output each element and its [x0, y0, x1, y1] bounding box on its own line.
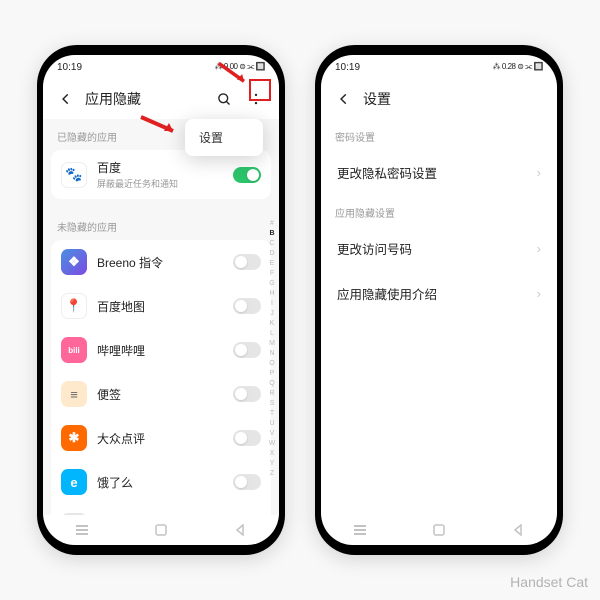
toggle[interactable]: [233, 254, 261, 270]
app-subtitle: 屏蔽最近任务和通知: [97, 177, 223, 190]
annotation-arrow-popup: [139, 113, 183, 143]
phone-left: 10:19 ⁂ 9.00 ⊜ ⫘ 🔲 应用隐藏: [37, 45, 285, 555]
annotation-arrow-more: [217, 61, 253, 89]
nav-bar: [43, 515, 279, 545]
status-bar: 10:19 ⁂ 0.28 ⊜ ⫘ 🔲: [321, 55, 557, 79]
app-name: 大众点评: [97, 430, 223, 447]
back-button[interactable]: [335, 90, 353, 108]
page-title: 应用隐藏: [85, 89, 205, 109]
app-name: 便签: [97, 386, 223, 403]
index-letter[interactable]: V: [267, 429, 277, 439]
content-area: 已隐藏的应用 🐾 百度 屏蔽最近任务和通知 未隐藏的应用 ❖Breeno 指令📍…: [43, 119, 279, 515]
app-name: 饿了么: [97, 474, 223, 491]
index-letter[interactable]: G: [267, 279, 277, 289]
nav-bar: [321, 515, 557, 545]
app-icon: 📍: [61, 293, 87, 319]
app-icon: ✱: [61, 425, 87, 451]
index-letter[interactable]: N: [267, 349, 277, 359]
app-row[interactable]: e 饿了么: [51, 460, 271, 504]
app-name: 百度地图: [97, 298, 223, 315]
search-icon[interactable]: [215, 90, 233, 108]
status-time: 10:19: [57, 62, 82, 73]
app-icon: e: [61, 469, 87, 495]
toggle[interactable]: [233, 474, 261, 490]
index-letter[interactable]: J: [267, 309, 277, 319]
index-letter[interactable]: Y: [267, 459, 277, 469]
app-row[interactable]: ❖ Breeno 指令: [51, 240, 271, 284]
index-letter[interactable]: U: [267, 419, 277, 429]
alpha-index[interactable]: #BCDEFGHIJKLMNOPQRSTUVWXYZ: [267, 219, 277, 479]
app-row[interactable]: ✱ 大众点评: [51, 416, 271, 460]
nav-home[interactable]: [146, 523, 176, 537]
index-letter[interactable]: X: [267, 449, 277, 459]
index-letter[interactable]: B: [267, 229, 277, 239]
index-letter[interactable]: C: [267, 239, 277, 249]
row-label: 应用隐藏使用介绍: [337, 284, 437, 303]
section-app-hide: 应用隐藏设置: [321, 195, 557, 226]
toggle[interactable]: [233, 342, 261, 358]
index-letter[interactable]: S: [267, 399, 277, 409]
app-name: 百度: [97, 159, 223, 176]
index-letter[interactable]: R: [267, 389, 277, 399]
app-icon: ✎: [61, 513, 87, 515]
header: 设置: [321, 79, 557, 119]
phone-right: 10:19 ⁂ 0.28 ⊜ ⫘ 🔲 设置 密码设置 更改隐私密码设置 › 应用…: [315, 45, 563, 555]
app-icon: bili: [61, 337, 87, 363]
chevron-right-icon: ›: [537, 286, 541, 301]
index-letter[interactable]: T: [267, 409, 277, 419]
index-letter[interactable]: #: [267, 219, 277, 229]
row-label: 更改隐私密码设置: [337, 163, 437, 182]
back-button[interactable]: [57, 90, 75, 108]
app-icon: ❖: [61, 249, 87, 275]
status-indicators: ⁂ 0.28 ⊜ ⫘ 🔲: [493, 62, 543, 72]
app-name: Breeno 指令: [97, 254, 223, 271]
watermark: Handset Cat: [510, 574, 588, 590]
index-letter[interactable]: W: [267, 439, 277, 449]
chevron-right-icon: ›: [537, 165, 541, 180]
nav-back[interactable]: [503, 523, 533, 537]
index-letter[interactable]: E: [267, 259, 277, 269]
index-letter[interactable]: Z: [267, 469, 277, 479]
index-letter[interactable]: P: [267, 369, 277, 379]
nav-home[interactable]: [424, 523, 454, 537]
app-row[interactable]: ✎反馈工具箱: [51, 504, 271, 515]
toggle-hidden[interactable]: [233, 167, 261, 183]
row-usage-intro[interactable]: 应用隐藏使用介绍 ›: [321, 271, 557, 316]
app-icon-baidu: 🐾: [61, 162, 87, 188]
app-row[interactable]: bili 哔哩哔哩: [51, 328, 271, 372]
toggle[interactable]: [233, 298, 261, 314]
nav-recents[interactable]: [345, 523, 375, 537]
chevron-right-icon: ›: [537, 241, 541, 256]
index-letter[interactable]: H: [267, 289, 277, 299]
section-unhidden-apps: 未隐藏的应用: [43, 209, 279, 240]
app-name: 哔哩哔哩: [97, 342, 223, 359]
section-password: 密码设置: [321, 119, 557, 150]
index-letter[interactable]: D: [267, 249, 277, 259]
index-letter[interactable]: O: [267, 359, 277, 369]
app-row[interactable]: 📍 百度地图: [51, 284, 271, 328]
row-change-password[interactable]: 更改隐私密码设置 ›: [321, 150, 557, 195]
app-row[interactable]: ≡ 便签: [51, 372, 271, 416]
nav-recents[interactable]: [67, 523, 97, 537]
index-letter[interactable]: Q: [267, 379, 277, 389]
content-area: 密码设置 更改隐私密码设置 › 应用隐藏设置 更改访问号码 › 应用隐藏使用介绍…: [321, 119, 557, 515]
index-letter[interactable]: M: [267, 339, 277, 349]
nav-back[interactable]: [225, 523, 255, 537]
row-change-access[interactable]: 更改访问号码 ›: [321, 226, 557, 271]
popup-menu: 设置: [185, 119, 263, 156]
index-letter[interactable]: K: [267, 319, 277, 329]
app-row-hidden[interactable]: 🐾 百度 屏蔽最近任务和通知: [51, 150, 271, 199]
toggle[interactable]: [233, 386, 261, 402]
popup-item-settings[interactable]: 设置: [185, 119, 263, 156]
toggle[interactable]: [233, 430, 261, 446]
page-title: 设置: [363, 89, 543, 109]
app-icon: ≡: [61, 381, 87, 407]
status-time: 10:19: [335, 62, 360, 73]
row-label: 更改访问号码: [337, 239, 412, 258]
index-letter[interactable]: F: [267, 269, 277, 279]
index-letter[interactable]: L: [267, 329, 277, 339]
index-letter[interactable]: I: [267, 299, 277, 309]
